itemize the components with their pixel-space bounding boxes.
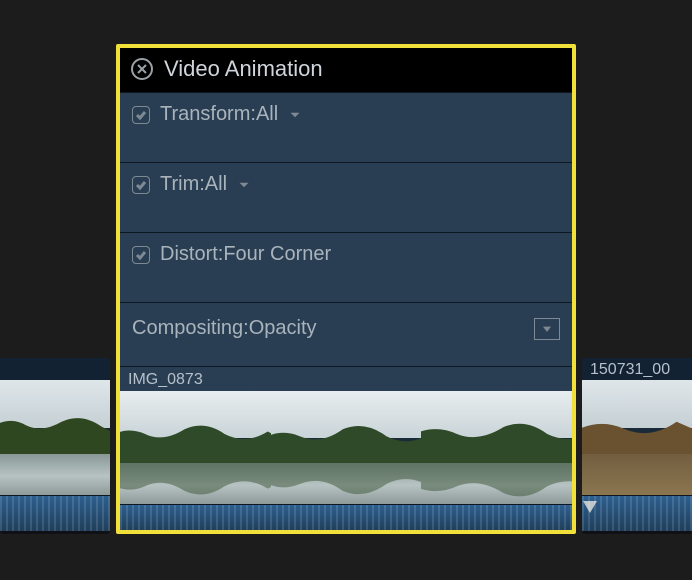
clip-thumbnails xyxy=(582,380,692,495)
clip-thumbnails xyxy=(0,380,110,495)
panel-header: Video Animation xyxy=(120,48,572,92)
animation-row-trim[interactable]: Trim:All xyxy=(120,162,572,232)
chevron-down-icon[interactable] xyxy=(235,176,253,194)
chevron-down-icon[interactable] xyxy=(286,106,304,124)
audio-track[interactable] xyxy=(0,495,110,531)
row-label: Distort:Four Corner xyxy=(160,243,331,266)
clip-title: 150731_00 xyxy=(582,358,692,380)
animation-row-distort[interactable]: Distort:Four Corner xyxy=(120,232,572,302)
audio-track[interactable] xyxy=(582,495,692,531)
video-animation-panel: Video Animation Transform:All Trim:All D… xyxy=(116,44,576,534)
row-label: Compositing:Opacity xyxy=(132,317,317,340)
marker-icon[interactable] xyxy=(583,501,597,513)
clip-thumbnails[interactable] xyxy=(120,391,572,504)
audio-track[interactable] xyxy=(120,504,572,530)
close-icon[interactable] xyxy=(130,57,154,81)
neighbor-clip-left[interactable] xyxy=(0,358,110,534)
panel-title: Video Animation xyxy=(164,56,323,82)
animation-row-transform[interactable]: Transform:All xyxy=(120,92,572,162)
checkbox[interactable] xyxy=(132,106,150,124)
animation-row-compositing[interactable]: Compositing:Opacity xyxy=(120,302,572,366)
expand-dropdown-icon[interactable] xyxy=(534,318,560,340)
row-label: Trim:All xyxy=(160,173,253,196)
neighbor-clip-right[interactable]: 150731_00 xyxy=(582,358,692,534)
checkbox[interactable] xyxy=(132,176,150,194)
checkbox[interactable] xyxy=(132,246,150,264)
row-label: Transform:All xyxy=(160,103,304,126)
clip-title: IMG_0873 xyxy=(120,366,572,391)
clip-title xyxy=(0,358,110,380)
